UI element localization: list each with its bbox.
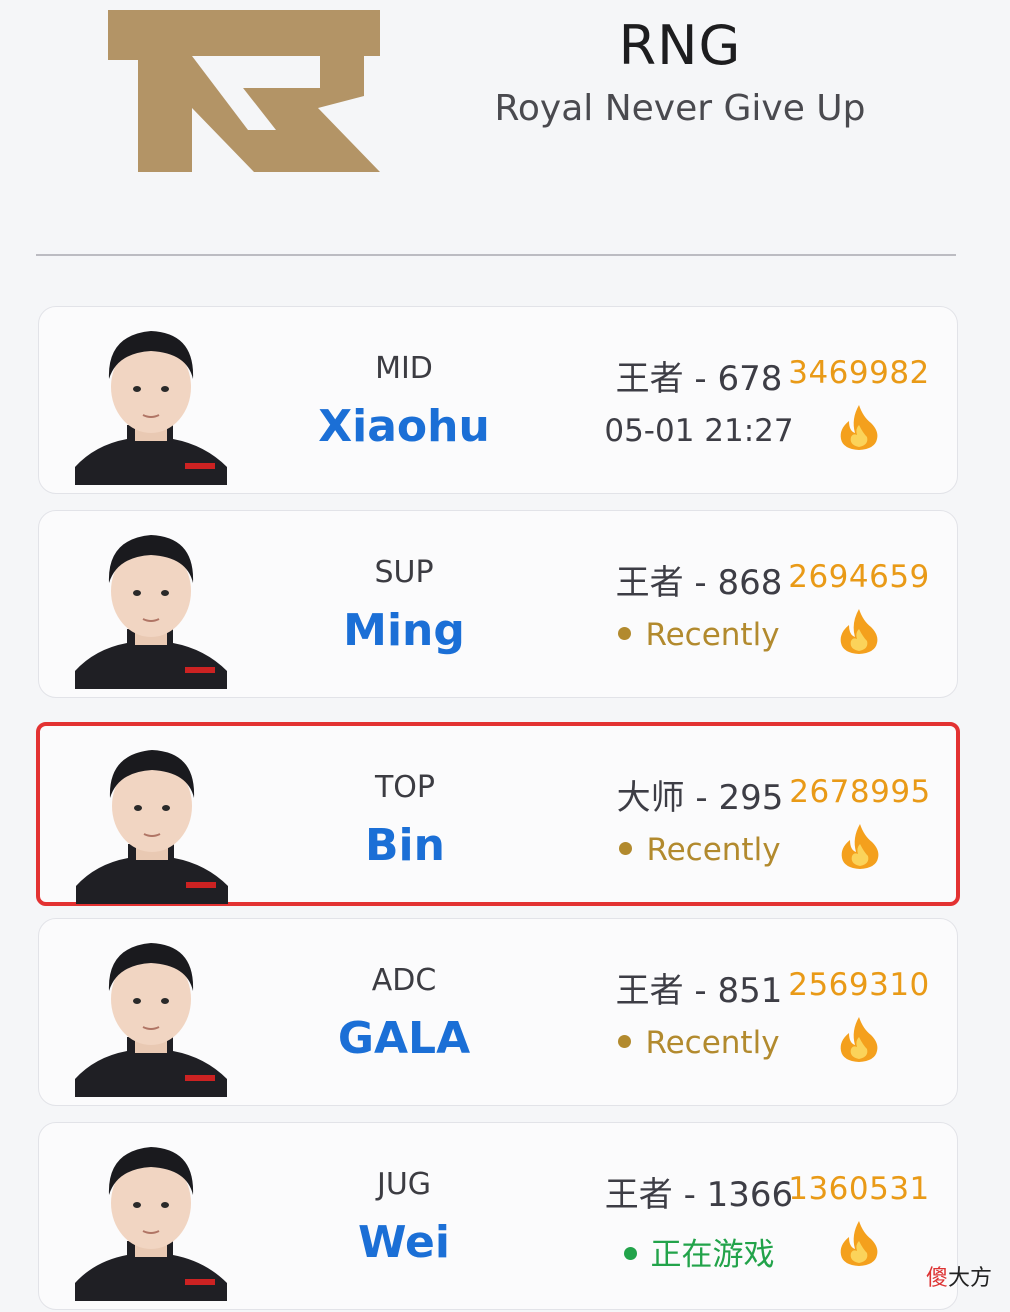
player-role: ADC [371, 963, 437, 998]
player-status-text: Recently [645, 1025, 780, 1061]
team-full-name: Royal Never Give Up [494, 88, 866, 129]
fire-icon[interactable] [837, 403, 881, 451]
player-name[interactable]: GALA [279, 1013, 529, 1064]
team-abbreviation: RNG [618, 14, 742, 77]
player-card-wei[interactable]: JUG Wei 王者 - 1366 正在游戏 1360531 [38, 1122, 958, 1310]
player-avatar [65, 929, 235, 1097]
player-status-text: Recently [645, 617, 780, 653]
player-avatar [66, 736, 236, 904]
player-avatar [65, 317, 235, 485]
player-status: Recently [549, 1025, 849, 1061]
status-dot-icon [619, 842, 633, 855]
header-divider [36, 254, 956, 256]
player-score: 1360531 [788, 1171, 930, 1207]
player-name[interactable]: Bin [280, 820, 530, 871]
fire-icon[interactable] [838, 822, 882, 870]
player-role: TOP [374, 770, 436, 805]
player-card-xiaohu[interactable]: MID Xiaohu 王者 - 678 05-01 21:27 3469982 [38, 306, 958, 494]
watermark: 傻大方 [925, 1266, 992, 1291]
player-score: 2569310 [788, 967, 930, 1003]
player-role: MID [375, 351, 433, 386]
player-status-text: 正在游戏 [650, 1237, 775, 1273]
player-status-text: Recently [646, 832, 781, 868]
status-dot-icon [623, 1247, 637, 1260]
player-status: Recently [549, 617, 849, 653]
player-avatar [65, 1133, 235, 1301]
fire-icon[interactable] [837, 607, 881, 655]
player-name[interactable]: Ming [279, 605, 529, 656]
status-dot-icon [618, 1035, 632, 1048]
fire-icon[interactable] [837, 1219, 881, 1267]
fire-icon[interactable] [837, 1015, 881, 1063]
player-name[interactable]: Wei [279, 1217, 529, 1268]
player-card-gala[interactable]: ADC GALA 王者 - 851 Recently 2569310 [38, 918, 958, 1106]
player-score: 2678995 [789, 774, 931, 810]
player-role: SUP [374, 555, 434, 590]
player-score: 3469982 [788, 355, 930, 391]
team-header: RNG Royal Never Give Up [0, 0, 1010, 210]
player-card-bin[interactable]: TOP Bin 大师 - 295 Recently 2678995 [36, 722, 960, 906]
player-name[interactable]: Xiaohu [279, 401, 529, 452]
player-status: Recently [550, 832, 850, 868]
player-avatar [65, 521, 235, 689]
status-dot-icon [618, 627, 632, 640]
player-card-ming[interactable]: SUP Ming 王者 - 868 Recently 2694659 [38, 510, 958, 698]
player-status: 05-01 21:27 [549, 413, 849, 449]
rng-logo [108, 10, 380, 172]
player-score: 2694659 [788, 559, 930, 595]
player-role: JUG [376, 1167, 432, 1202]
player-status: 正在游戏 [549, 1229, 849, 1274]
player-status-text: 05-01 21:27 [604, 413, 794, 449]
